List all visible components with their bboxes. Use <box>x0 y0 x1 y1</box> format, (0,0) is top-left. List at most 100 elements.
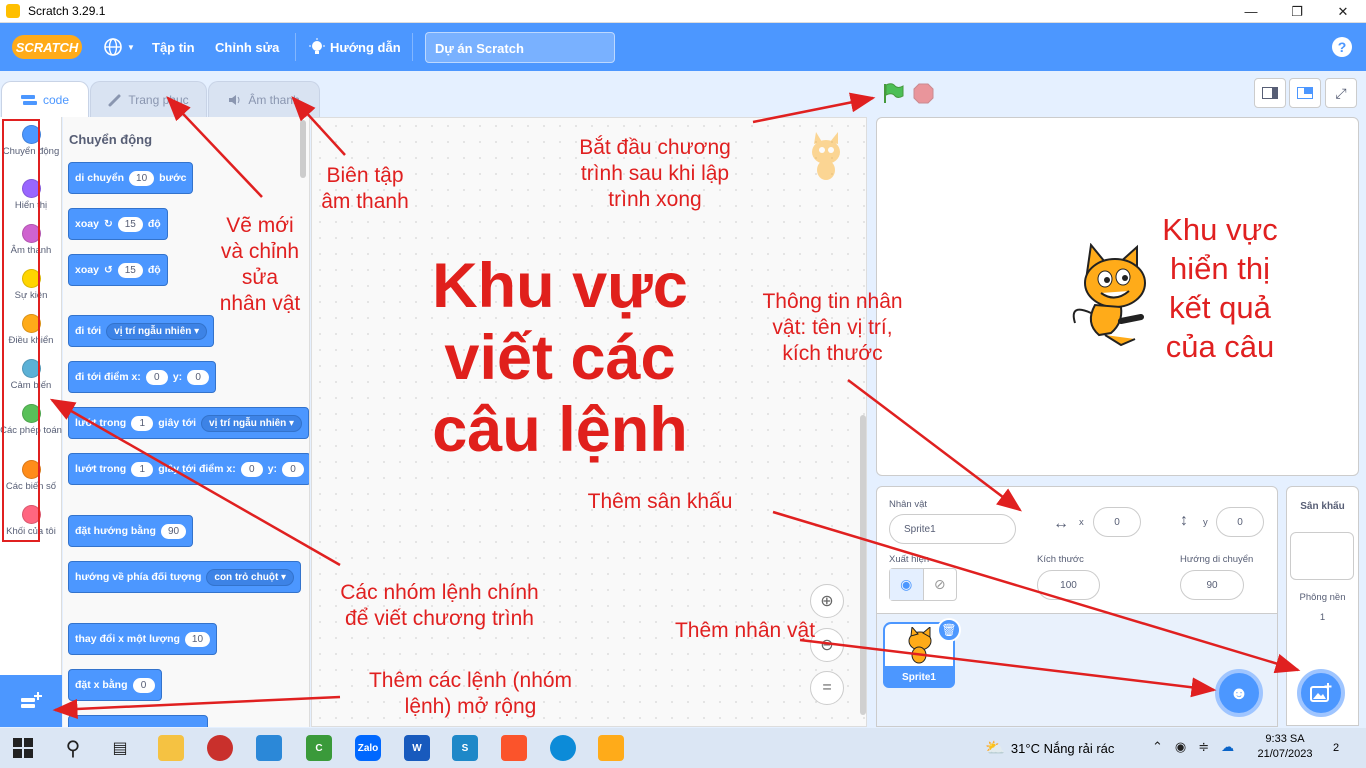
block-text: bước <box>159 172 187 184</box>
block-input[interactable]: 10 <box>129 170 155 186</box>
chevron-up-icon[interactable]: ⌃ <box>1152 739 1163 755</box>
size-input[interactable]: 100 <box>1037 570 1100 600</box>
app-c-icon[interactable]: C <box>306 735 332 761</box>
block-input[interactable]: 0 <box>145 369 168 385</box>
block-glide[interactable]: lướt trong 1 giây tới vị trí ngẫu nhiên ▾ <box>68 407 309 439</box>
camera-icon[interactable]: ◉ <box>1175 739 1186 755</box>
direction-input[interactable]: 90 <box>1180 570 1244 600</box>
green-flag-icon[interactable] <box>882 82 904 104</box>
tutorials-label: Hướng dẫn <box>330 39 401 55</box>
block-turn-right[interactable]: xoay ↻ 15 độ <box>68 208 168 240</box>
block-text: độ <box>147 264 161 276</box>
annotation-text: Thêm sân khấu <box>587 490 733 513</box>
minimize-button[interactable]: — <box>1228 0 1274 23</box>
task-view-icon[interactable]: ▤ <box>107 735 133 761</box>
block-goto[interactable]: đi tới vị trí ngẫu nhiên ▾ <box>68 315 215 347</box>
help-icon[interactable]: ? <box>1332 37 1352 57</box>
block-input[interactable]: 0 <box>132 677 155 693</box>
annotation-add-sprite: Thêm nhân vật <box>655 618 835 644</box>
block-input[interactable]: 1 <box>131 461 154 477</box>
block-input[interactable]: 0 <box>187 369 210 385</box>
onedrive-icon[interactable]: ☁ <box>1221 739 1234 755</box>
windows-start-icon[interactable] <box>13 738 33 758</box>
normal-stage-button[interactable] <box>1289 78 1321 108</box>
zoom-in-button[interactable]: ⊕ <box>810 584 844 618</box>
block-change-x[interactable]: thay đổi x một lượng 10 <box>68 623 218 655</box>
dropdown-value: vị trí ngẫu nhiên <box>114 325 192 337</box>
file-explorer-icon[interactable] <box>158 735 184 761</box>
app-s-icon[interactable]: S <box>452 735 478 761</box>
trash-icon[interactable]: 🗑 <box>937 618 961 642</box>
sprite-indicator-icon <box>812 132 840 180</box>
block-input[interactable]: 15 <box>117 216 143 232</box>
file-menu[interactable]: Tập tin <box>152 37 195 57</box>
search-icon[interactable]: ⚲ <box>60 735 86 761</box>
menu-bar: SCRATCH ▼ Tập tin Chỉnh sửa Hướng dẫn Dự… <box>0 23 1366 71</box>
block-dropdown[interactable]: vị trí ngẫu nhiên ▾ <box>106 322 208 340</box>
vertical-arrows-icon: ↕ <box>1180 512 1188 529</box>
palette-heading: Chuyển động <box>69 132 153 147</box>
language-menu[interactable]: ▼ <box>103 37 135 57</box>
add-sprite-button[interactable]: ☻ <box>1215 669 1263 717</box>
word-icon[interactable]: W <box>404 735 430 761</box>
zoom-reset-button[interactable]: = <box>810 671 844 705</box>
wifi-icon[interactable]: ≑ <box>1198 739 1209 755</box>
project-title-input[interactable]: Dự án Scratch <box>425 32 615 63</box>
maximize-button[interactable]: ❐ <box>1274 0 1320 23</box>
sprite-name-input[interactable]: Sprite1 <box>889 514 1016 544</box>
block-input[interactable]: 0 <box>282 461 305 477</box>
block-point-direction[interactable]: đặt hướng bằng 90 <box>68 515 194 547</box>
rotate-left-icon: ↺ <box>103 264 113 276</box>
sprite-label: Nhân vật <box>889 499 928 510</box>
backdrop-thumbnail[interactable] <box>1290 532 1354 580</box>
zalo-icon[interactable]: Zalo <box>355 735 381 761</box>
edit-menu[interactable]: Chỉnh sửa <box>215 37 279 57</box>
paint-icon[interactable] <box>207 735 233 761</box>
block-glide-xy[interactable]: lướt trong 1 giây tới điểm x: 0 y: 0 <box>68 453 309 485</box>
tab-code-label: code <box>42 92 70 107</box>
block-input[interactable]: 15 <box>117 262 143 278</box>
block-dropdown[interactable]: con trỏ chuột ▾ <box>206 568 295 586</box>
add-backdrop-button[interactable] <box>1297 669 1345 717</box>
block-partial[interactable] <box>68 715 208 727</box>
tab-costumes[interactable]: Trang phục <box>90 81 207 117</box>
brave-icon[interactable] <box>501 735 527 761</box>
weather-widget[interactable]: ⛅ 31°C Nắng rải rác <box>985 738 1114 758</box>
scratch-cat-sprite[interactable] <box>1065 243 1155 348</box>
weather-text: 31°C Nắng rải rác <box>1010 740 1115 756</box>
annotation-text: Thông tin nhân vật: tên vị trí, kích thư… <box>762 290 903 365</box>
small-stage-button[interactable] <box>1254 78 1286 108</box>
tutorials-menu[interactable]: Hướng dẫn <box>308 37 401 57</box>
block-input[interactable]: 0 <box>240 461 263 477</box>
windows-logo <box>13 738 33 758</box>
scratch-logo[interactable]: SCRATCH <box>12 35 82 59</box>
block-input[interactable]: 10 <box>184 631 211 647</box>
tab-sounds[interactable]: Âm thanh <box>208 81 320 117</box>
close-window-button[interactable]: ✕ <box>1320 0 1366 23</box>
script-scrollbar[interactable] <box>860 415 866 715</box>
edge-icon[interactable] <box>550 735 576 761</box>
hide-eye-icon[interactable]: ⊘ <box>924 569 957 600</box>
stop-icon[interactable] <box>913 83 934 104</box>
block-turn-left[interactable]: xoay ↺ 15 độ <box>68 254 168 286</box>
x-position-input[interactable]: 0 <box>1093 507 1141 537</box>
taskbar-clock[interactable]: 9:33 SA 21/07/2023 <box>1255 732 1315 762</box>
annotation-text: Thêm các lệnh (nhóm lệnh) mở rộng <box>368 669 573 718</box>
add-extension-button[interactable] <box>0 675 62 727</box>
block-move-steps[interactable]: di chuyển 10 bước <box>68 162 194 194</box>
block-set-x[interactable]: đặt x bằng 0 <box>68 669 162 701</box>
scratch-taskbar-icon[interactable] <box>598 735 624 761</box>
y-position-input[interactable]: 0 <box>1216 507 1264 537</box>
tab-code[interactable]: code <box>1 81 89 117</box>
block-point-towards[interactable]: hướng về phía đối tượng con trỏ chuột ▾ <box>68 561 302 593</box>
notification-icon[interactable]: 2 <box>1326 738 1346 758</box>
show-eye-icon[interactable]: ◉ <box>890 569 924 600</box>
block-goto-xy[interactable]: đi tới điểm x: 0 y: 0 <box>68 361 217 393</box>
store-icon[interactable] <box>256 735 282 761</box>
block-input[interactable]: 1 <box>131 415 154 431</box>
block-input[interactable]: 90 <box>160 523 187 539</box>
weather-sun-cloud-icon: ⛅ <box>985 740 1005 757</box>
fullscreen-button[interactable]: ⤢ <box>1325 78 1357 108</box>
y-label: y <box>1203 517 1208 528</box>
block-dropdown[interactable]: vị trí ngẫu nhiên ▾ <box>201 414 303 432</box>
